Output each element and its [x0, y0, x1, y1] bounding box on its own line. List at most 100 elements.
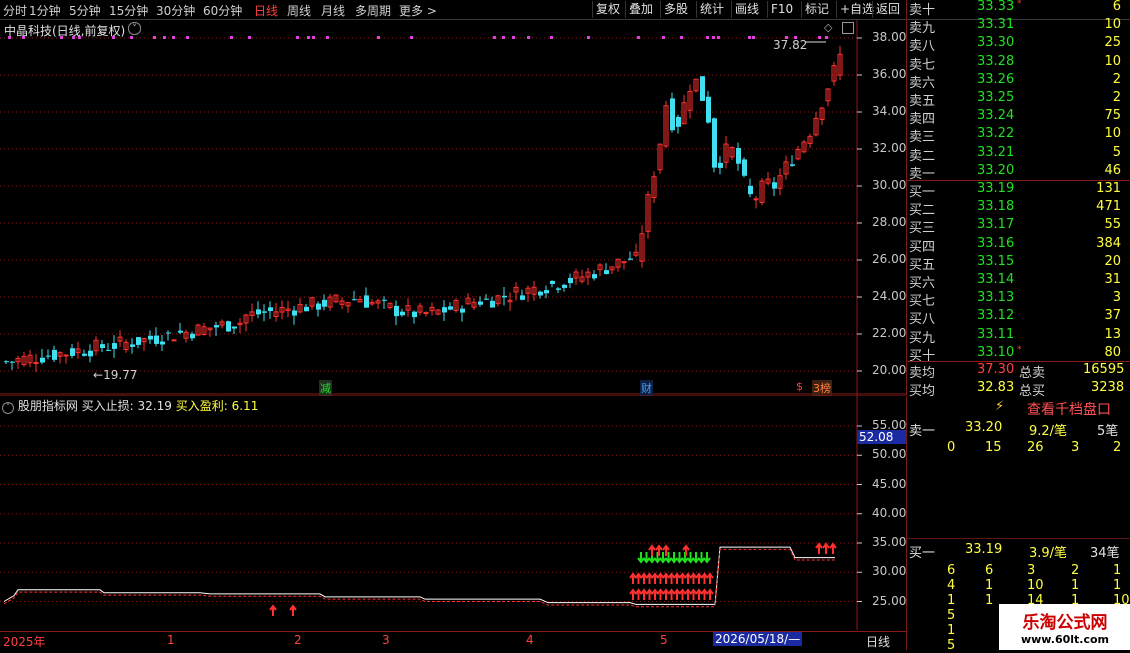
- ob-price: 33.18: [977, 199, 1015, 215]
- overlay-button[interactable]: 叠加: [625, 1, 656, 18]
- period-tab-5min[interactable]: 5分钟: [69, 2, 101, 19]
- period-tab-weekly[interactable]: 周线: [287, 2, 311, 19]
- period-tab-30min[interactable]: 30分钟: [156, 2, 195, 19]
- candle-body-down: [502, 295, 507, 298]
- ask-row[interactable]: 卖二 33.21 5: [907, 145, 1130, 164]
- candle-body-down: [706, 96, 711, 123]
- f10-button[interactable]: F10: [767, 1, 796, 18]
- period-tab-daily[interactable]: 日线: [254, 2, 278, 19]
- queue-cell: 0: [947, 440, 956, 455]
- ask-row[interactable]: 卖八 33.30 25: [907, 35, 1130, 54]
- ob-level-label: 卖六: [909, 75, 936, 91]
- ob-level-label: 卖四: [909, 112, 936, 128]
- ob-volume: 75: [1104, 108, 1121, 124]
- period-tab-more[interactable]: 更多 >: [399, 2, 437, 19]
- period-tab-1min[interactable]: 1分钟: [29, 2, 61, 19]
- buy-arrow-icon: [822, 542, 830, 554]
- ask-row[interactable]: 卖九 33.31 10: [907, 17, 1130, 37]
- sell-arrow-icon: [675, 552, 684, 564]
- period-tab-timeshare[interactable]: 分时: [3, 2, 27, 19]
- indicator-chart[interactable]: [0, 395, 906, 630]
- sell-arrow-icon: [637, 552, 645, 564]
- bid-row[interactable]: 买五 33.15 20: [907, 254, 1130, 273]
- candle-body-down: [718, 162, 723, 168]
- candle-body-up: [171, 339, 177, 342]
- event-marker-dollar[interactable]: $: [796, 380, 803, 393]
- signal-dot: [512, 36, 515, 39]
- ask-row[interactable]: 卖六 33.26 2: [907, 72, 1130, 91]
- candle-body-down: [268, 307, 273, 312]
- ob-volume: 55: [1104, 217, 1121, 233]
- candlestick-chart[interactable]: [0, 20, 906, 395]
- bid-row[interactable]: 买四 33.16 384: [907, 236, 1130, 255]
- candle-body-down: [178, 330, 183, 333]
- period-tab-monthly[interactable]: 月线: [321, 2, 345, 19]
- queue-cell: 15: [985, 440, 1002, 455]
- fuquan-button[interactable]: 复权: [592, 1, 623, 18]
- queue-cell: 3: [1027, 563, 1036, 578]
- bid-row[interactable]: 买三 33.17 55: [907, 217, 1130, 236]
- candle-body-down: [304, 306, 309, 312]
- indicator-tick-label: 25.00: [872, 593, 907, 608]
- price-tick-label: 36.00: [872, 67, 907, 81]
- ask-row[interactable]: 卖七 33.28 10: [907, 54, 1130, 73]
- back-button[interactable]: 返回: [872, 1, 903, 18]
- candle-body-up: [753, 198, 759, 201]
- period-tab-multi[interactable]: 多周期: [355, 2, 391, 19]
- add-watchlist-button[interactable]: +自选: [836, 1, 877, 18]
- event-marker-reduce[interactable]: 减: [319, 380, 332, 396]
- bid-row[interactable]: 买七 33.13 3: [907, 290, 1130, 309]
- signal-dot: [825, 36, 828, 39]
- ob-level-label: 买四: [909, 239, 936, 255]
- signal-dot: [248, 36, 251, 39]
- chevron-down-icon[interactable]: ˅: [128, 22, 141, 35]
- window-toggle-icon[interactable]: [842, 22, 854, 34]
- ob-level-label: 卖九: [909, 21, 936, 37]
- ask-row[interactable]: 卖五 33.25 2: [907, 90, 1130, 109]
- candle-body-down: [52, 349, 57, 360]
- multi-stock-button[interactable]: 多股: [660, 1, 691, 18]
- buy-arrow-icon: [706, 588, 714, 600]
- ob-price: 33.30: [977, 35, 1015, 51]
- period-tab-15min[interactable]: 15分钟: [109, 2, 148, 19]
- bid-row[interactable]: 买六 33.14 31: [907, 272, 1130, 291]
- sell1-price: 33.20: [965, 420, 1003, 435]
- candles: [4, 45, 843, 373]
- bid-row[interactable]: 买八 33.12 37: [907, 308, 1130, 327]
- ob-price: 33.14: [977, 272, 1015, 287]
- view-depth-button[interactable]: 查看千档盘口: [1027, 399, 1111, 419]
- buy-arrow-icon: [682, 544, 690, 556]
- bid-row[interactable]: 买一 33.19 131: [907, 181, 1130, 200]
- ask-row[interactable]: 卖一 33.20 46: [907, 163, 1130, 182]
- ob-price: 33.25: [977, 90, 1015, 105]
- ob-volume: 471: [1096, 199, 1121, 215]
- divider: [907, 538, 1130, 539]
- signal-dot: [637, 36, 640, 39]
- buy-arrow-icon: [656, 588, 665, 600]
- tick-panel: ⚡ 查看千档盘口 卖一 33.20 9.2/笔 5笔 0 15 26 3 2 买一 33…: [906, 396, 1130, 653]
- draw-line-button[interactable]: 画线: [731, 1, 762, 18]
- candle-body-down: [226, 321, 231, 332]
- stats-button[interactable]: 统计: [696, 1, 727, 18]
- buy-arrow-icon: [645, 572, 654, 584]
- ask-row[interactable]: 卖十 33.33 * 6: [907, 0, 1130, 18]
- buy-arrow-icon: [656, 572, 665, 584]
- bid-row[interactable]: 买二 33.18 471: [907, 199, 1130, 218]
- event-marker-finance[interactable]: 财: [640, 380, 653, 396]
- candle-body-down: [772, 182, 777, 189]
- ask-row[interactable]: 卖三 33.22 10: [907, 126, 1130, 145]
- chevron-down-icon[interactable]: ˅: [2, 402, 14, 414]
- signal-dots: [8, 36, 828, 43]
- mark-button[interactable]: 标记: [801, 1, 832, 18]
- indicator-tick-label: 40.00: [872, 505, 907, 520]
- candle-body-down: [40, 357, 45, 363]
- period-tab-60min[interactable]: 60分钟: [203, 2, 242, 19]
- candle-body-down: [322, 299, 327, 307]
- candle-body-down: [484, 298, 489, 300]
- event-marker-rank[interactable]: 3榜: [812, 380, 832, 396]
- signal-dot: [296, 36, 299, 39]
- bid-row[interactable]: 买九 33.11 13: [907, 327, 1130, 346]
- buy-arrow-icon: [269, 604, 277, 616]
- queue-cell: 1: [1071, 578, 1080, 593]
- ask-row[interactable]: 卖四 33.24 75: [907, 108, 1130, 128]
